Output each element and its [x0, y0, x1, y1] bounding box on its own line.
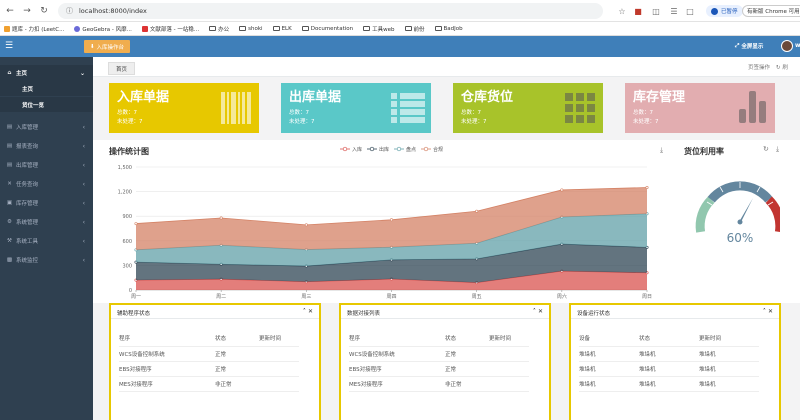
device-status-table: 设备 状态 更新时间 堆垛机 堆垛机 堆垛机 堆垛机 堆垛机 堆垛机 堆垛机 堆垛机 堆垛机	[579, 331, 759, 392]
panel-controls: ˄ ✕	[533, 308, 543, 315]
table-row: WCS设备控制系统 正常	[119, 346, 299, 362]
aux-program-status-panel: 辅助程序状态 ˄ ✕ 程序 状态 更新时间 WCS设备控制系统 正常 EBS对接程序正…	[109, 303, 321, 420]
table-row: MES对接程序 非正常	[349, 376, 529, 392]
download-icon[interactable]: ⤓	[776, 145, 779, 154]
table-header: 状态	[445, 331, 489, 347]
panel-controls: ˄ ✕	[763, 308, 773, 315]
y-tick-label: 600	[122, 239, 132, 245]
close-icon[interactable]: ✕	[308, 308, 313, 315]
refresh-icon[interactable]: ↻	[763, 145, 769, 153]
table-header: 状态	[639, 331, 699, 347]
table-cell: 非正常	[445, 376, 489, 392]
table-cell	[259, 346, 299, 362]
legend-label: 盘点	[406, 146, 416, 153]
x-tick-label: 周二	[216, 294, 226, 300]
data-point	[304, 223, 308, 227]
table-header: 程序	[349, 331, 445, 347]
x-tick-label: 周日	[642, 294, 652, 300]
table-cell: WCS设备控制系统	[349, 346, 445, 362]
legend-label: 入库	[352, 146, 362, 153]
operation-chart: 03006009001,2001,500周一 周二 周三 周四 周五 周六 周日入库 出库 盘点…	[118, 146, 652, 300]
table-header: 设备	[579, 331, 639, 347]
x-tick-label: 周五	[472, 294, 482, 300]
close-icon[interactable]: ✕	[538, 308, 543, 315]
table-cell: 堆垛机	[579, 346, 639, 362]
aux-program-table: 程序 状态 更新时间 WCS设备控制系统 正常 EBS对接程序 正常 MES对接程序 非正…	[119, 331, 299, 392]
table-cell: 堆垛机	[699, 346, 759, 362]
table-row: 堆垛机 堆垛机 堆垛机	[579, 346, 759, 362]
table-cell: 堆垛机	[639, 376, 699, 392]
legend-marker	[369, 146, 375, 152]
x-tick-label: 周六	[557, 293, 567, 300]
y-tick-label: 1,500	[118, 165, 132, 171]
table-row: WCS设备控制系统 正常	[349, 346, 529, 362]
legend-label: 出库	[379, 146, 389, 153]
data-interface-table: 程序 状态 更新时间 WCS设备控制系统 正常 EBS对接程序 正常 MES对接程序 非正…	[349, 331, 529, 392]
table-cell	[489, 346, 529, 362]
legend-label: 合规	[433, 146, 443, 153]
table-cell: 堆垛机	[639, 361, 699, 377]
panel-controls: ˄ ✕	[303, 308, 313, 315]
table-cell: 堆垛机	[579, 361, 639, 377]
table-row: MES对接程序 非正常	[119, 376, 299, 392]
data-point	[134, 222, 138, 226]
table-cell	[489, 361, 529, 377]
table-header: 更新时间	[699, 331, 759, 347]
legend-marker	[342, 146, 348, 152]
panel-title: 设备运行状态	[577, 311, 611, 317]
table-row: 堆垛机 堆垛机 堆垛机	[579, 361, 759, 377]
table-cell	[259, 376, 299, 392]
table-cell: MES对接程序	[119, 376, 215, 392]
data-point	[475, 209, 479, 213]
collapse-icon[interactable]: ˄	[763, 308, 766, 315]
legend-marker	[423, 146, 429, 152]
legend-marker	[396, 146, 402, 152]
table-cell	[489, 376, 529, 392]
table-cell: 正常	[215, 346, 259, 362]
data-point	[219, 216, 223, 220]
x-tick-label: 周四	[386, 294, 396, 300]
close-icon[interactable]: ✕	[768, 308, 773, 315]
utilization-gauge: 60%	[695, 181, 780, 245]
table-cell: 堆垛机	[579, 376, 639, 392]
gauge-value: 60%	[727, 231, 754, 245]
data-point	[389, 218, 393, 222]
data-interface-panel: 数据对接列表 ˄ ✕ 程序 状态 更新时间 WCS设备控制系统 正常 EBS对接程序正…	[339, 303, 551, 420]
data-point	[560, 188, 564, 192]
y-tick-label: 900	[122, 214, 132, 220]
panel-title: 辅助程序状态	[117, 311, 151, 317]
y-tick-label: 1,200	[118, 190, 132, 196]
table-row: EBS对接程序 正常	[349, 361, 529, 377]
y-tick-label: 300	[122, 263, 132, 269]
collapse-icon[interactable]: ˄	[303, 308, 306, 315]
table-cell: 非正常	[215, 376, 259, 392]
table-cell: 堆垛机	[639, 346, 699, 362]
table-header: 更新时间	[489, 331, 529, 347]
x-tick-label: 周三	[301, 294, 311, 300]
table-cell: MES对接程序	[349, 376, 445, 392]
table-header: 更新时间	[259, 331, 299, 347]
data-point	[645, 186, 649, 190]
table-cell: 正常	[215, 361, 259, 377]
x-tick-label: 周一	[131, 294, 141, 300]
table-cell: 堆垛机	[699, 376, 759, 392]
table-cell: WCS设备控制系统	[119, 346, 215, 362]
table-cell: EBS对接程序	[349, 361, 445, 377]
table-cell: 正常	[445, 346, 489, 362]
table-row: 堆垛机 堆垛机 堆垛机	[579, 376, 759, 392]
device-status-panel: 设备运行状态 ˄ ✕ 设备 状态 更新时间 堆垛机 堆垛机 堆垛机 堆垛机 堆垛机 堆垛机 …	[569, 303, 781, 420]
table-header: 程序	[119, 331, 215, 347]
table-cell	[259, 361, 299, 377]
panel-title: 数据对接列表	[347, 311, 381, 317]
table-row: EBS对接程序 正常	[119, 361, 299, 377]
util-title: 货位利用率	[684, 147, 724, 156]
collapse-icon[interactable]: ˄	[533, 308, 536, 315]
table-header: 状态	[215, 331, 259, 347]
table-cell: EBS对接程序	[119, 361, 215, 377]
table-cell: 正常	[445, 361, 489, 377]
table-cell: 堆垛机	[699, 361, 759, 377]
